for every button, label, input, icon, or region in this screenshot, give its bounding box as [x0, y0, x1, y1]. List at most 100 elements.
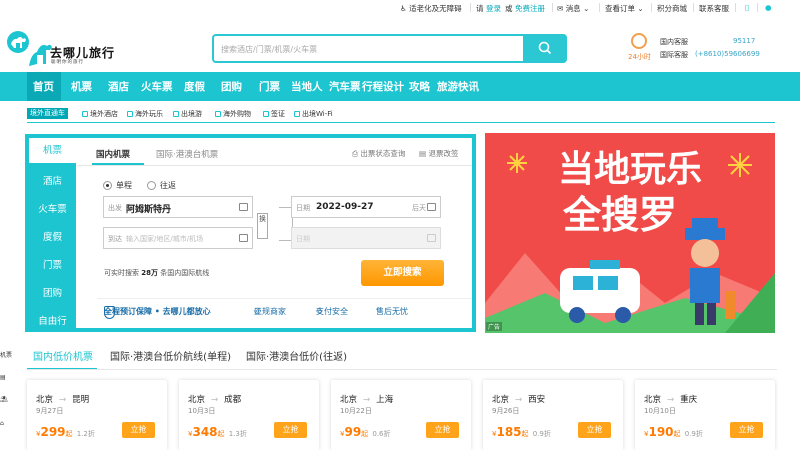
grab-button[interactable]: 立抢 — [426, 422, 459, 438]
nav-item-guides[interactable]: 攻略 — [409, 79, 430, 94]
nav-item-tickets[interactable]: 门票 — [259, 79, 280, 94]
route-to: 重庆 — [680, 395, 698, 405]
refund-link[interactable]: ▤ 退票改签 — [419, 148, 458, 159]
wechat-icon[interactable]: ● — [765, 3, 772, 12]
deal-card[interactable]: 北京 → 成都 10月3日 ¥348起 1.3折 立抢 — [179, 380, 319, 450]
departure-value: 阿姆斯特丹 — [126, 205, 172, 215]
orders-link[interactable]: 查看订单 ⌄ — [605, 3, 644, 14]
side-item-group-buy[interactable]: 团购 — [29, 285, 76, 299]
deal-route: 北京 → 重庆 — [644, 393, 697, 405]
promo-banner[interactable]: 当地玩乐 全搜罗 — [485, 133, 775, 333]
side-item-flights[interactable]: 机票 — [29, 138, 76, 163]
city-picker-icon[interactable] — [239, 234, 248, 242]
nav-item-itinerary[interactable]: 行程设计 — [362, 79, 404, 94]
search-input[interactable] — [221, 41, 521, 57]
search-flights-button[interactable]: 立即搜索 — [361, 260, 444, 286]
price-from: 起 — [361, 430, 369, 438]
subnav-item-outbound[interactable]: 出境游 — [173, 109, 202, 119]
arrival-placeholder: 输入国家/地区/城市/机场 — [126, 235, 204, 243]
nav-item-vacation[interactable]: 度假 — [184, 79, 205, 94]
radio-round-trip[interactable]: 往返 — [147, 180, 176, 191]
divider — [757, 3, 758, 12]
logo-slogan: 聪明你的旅行 — [51, 60, 84, 65]
login-link[interactable]: 登录 — [486, 3, 501, 14]
date-field[interactable]: 日期 2022-09-27 后天 — [291, 196, 441, 218]
subnav-divider — [27, 122, 775, 123]
nav-item-bus[interactable]: 汽车票 — [329, 79, 361, 94]
deal-card[interactable]: 北京 → 昆明 9月27日 ¥299起 1.2折 立抢 — [27, 380, 167, 450]
subnav-item-overseas-hotels[interactable]: 境外酒店 — [82, 109, 118, 119]
note-prefix: 可实时搜索 — [104, 269, 139, 277]
flight-status-link[interactable]: ⎙ 出票状态查询 — [352, 148, 405, 159]
arrow-icon: → — [211, 395, 219, 405]
deal-card[interactable]: 北京 → 上海 10月22日 ¥99起 0.6折 立抢 — [331, 380, 471, 450]
grab-button[interactable]: 立抢 — [122, 422, 155, 438]
tab-international-round-trip[interactable]: 国际·港澳台低价(往返) — [246, 348, 347, 363]
accessibility-link[interactable]: ♿ 适老化及无障碍 — [400, 3, 462, 14]
points-mall-link[interactable]: 积分商城 — [657, 3, 687, 14]
route-to: 昆明 — [72, 395, 90, 405]
deal-discount: 1.3折 — [228, 430, 247, 438]
route-count-note: 可实时搜索 28万 条国内国际航线 — [104, 268, 209, 278]
divider — [735, 3, 736, 12]
city-picker-icon[interactable] — [239, 203, 248, 211]
subnav-item-wifi[interactable]: 出境Wi-Fi — [294, 109, 333, 119]
deal-card[interactable]: 北京 → 西安 9月26日 ¥185起 0.9折 立抢 — [483, 380, 623, 450]
note-number: 28万 — [141, 269, 158, 277]
search-button[interactable] — [523, 34, 567, 63]
nav-item-hotels[interactable]: 酒店 — [108, 79, 129, 94]
price-from: 起 — [673, 430, 681, 438]
subnav-item-overseas-fun[interactable]: 海外玩乐 — [127, 109, 163, 119]
side-item-hotels[interactable]: 酒店 — [29, 173, 76, 187]
nav-item-trains[interactable]: 火车票 — [141, 79, 173, 94]
side-item-trains[interactable]: 火车票 — [29, 201, 76, 215]
side-item-free-travel[interactable]: 自由行 — [29, 313, 76, 327]
register-link[interactable]: 免费注册 — [515, 3, 545, 14]
side-item-vacation[interactable]: 度假 — [29, 229, 76, 243]
deal-price: ¥185起 0.9折 — [492, 425, 551, 439]
nav-item-flights[interactable]: 机票 — [71, 79, 92, 94]
departure-field[interactable]: 出发 阿姆斯特丹 — [103, 196, 253, 218]
date-label: 日期 — [296, 204, 310, 212]
divider — [693, 3, 694, 12]
grab-button[interactable]: 立抢 — [274, 422, 307, 438]
camel-logo-icon — [7, 31, 52, 66]
nav-item-group-buy[interactable]: 团购 — [221, 79, 242, 94]
grab-button[interactable]: 立抢 — [578, 422, 611, 438]
subnav-item-shopping[interactable]: 海外购物 — [215, 109, 251, 119]
tab-domestic-low-price[interactable]: 国内低价机票 — [33, 348, 93, 363]
tab-divider — [77, 165, 472, 166]
mobile-icon[interactable]: ▯ — [745, 3, 749, 12]
floating-flights[interactable]: 机票 — [0, 350, 12, 359]
radio-one-way[interactable]: 单程 — [103, 180, 132, 191]
grab-button[interactable]: 立抢 — [730, 422, 763, 438]
divider — [651, 3, 652, 12]
ticket-icon[interactable]: ⌂ — [0, 420, 4, 427]
route-from: 北京 — [36, 395, 54, 405]
deal-card[interactable]: 北京 → 重庆 10月10日 ¥190起 0.9折 立抢 — [635, 380, 775, 450]
deal-price: ¥99起 0.6折 — [340, 425, 391, 439]
arrival-label: 到达 — [108, 235, 122, 243]
tab-international-flights[interactable]: 国际·港澳台机票 — [156, 148, 218, 160]
overseas-badge: 境外直通车 — [27, 108, 68, 119]
calendar-icon[interactable] — [427, 203, 436, 211]
price-value: 190 — [648, 425, 674, 439]
arrival-field[interactable]: 到达 输入国家/地区/城市/机场 — [103, 227, 253, 249]
side-item-tickets[interactable]: 门票 — [29, 257, 76, 271]
tab-international-one-way[interactable]: 国际·港澳台低价航线(单程) — [110, 348, 231, 363]
nav-item-locals[interactable]: 当地人 — [291, 79, 323, 94]
return-date-field[interactable]: 日期 — [291, 227, 441, 249]
nav-item-travel-news[interactable]: 旅游快讯 — [437, 79, 479, 94]
subnav-item-visa[interactable]: 签证 — [263, 109, 285, 119]
swap-button[interactable]: 换 — [257, 213, 268, 239]
shopping-icon — [215, 111, 221, 117]
vacation-icon[interactable]: ⛱ — [0, 396, 8, 403]
nav-item-home[interactable]: 首页 — [33, 79, 54, 94]
tab-domestic-flights[interactable]: 国内机票 — [96, 148, 130, 160]
hotel-icon[interactable]: ▤ — [0, 374, 6, 381]
main-nav: 首页 机票 酒店 火车票 度假 团购 门票 当地人 汽车票 行程设计 攻略 旅游… — [0, 72, 800, 101]
document-icon: ▤ — [419, 149, 427, 158]
messages-link[interactable]: ✉ 消息 ⌄ — [557, 3, 589, 14]
contact-link[interactable]: 联系客服 — [699, 3, 729, 14]
booking-side-menu: 机票 酒店 火车票 度假 门票 团购 自由行 — [29, 138, 76, 328]
